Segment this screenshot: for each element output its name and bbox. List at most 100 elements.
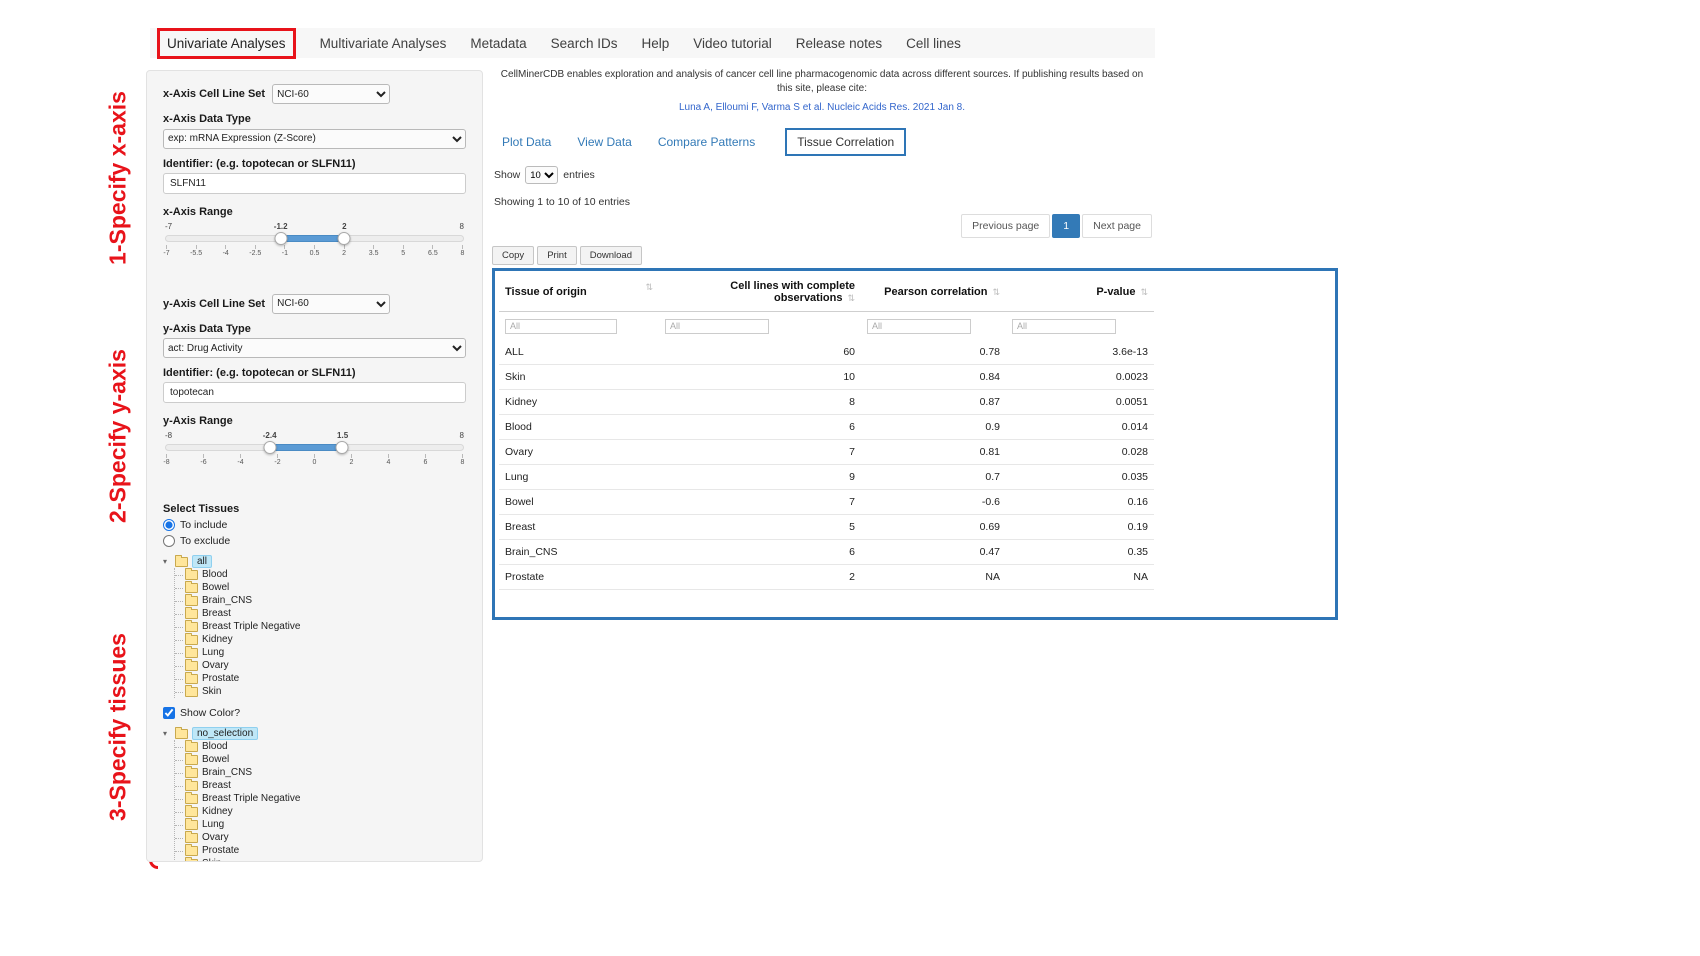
nav-tab-release-notes[interactable]: Release notes [796, 36, 882, 51]
tree-node-all[interactable]: ▾ all [163, 555, 466, 568]
tab-compare-patterns[interactable]: Compare Patterns [658, 135, 755, 149]
table-row[interactable]: Bowel 7 -0.6 0.16 [499, 490, 1154, 515]
tree-node-tissue[interactable]: Lung [175, 818, 466, 831]
tree-node-tissue[interactable]: Brain_CNS [175, 594, 466, 607]
table-header-row: Tissue of origin⇅ Cell lines with comple… [499, 273, 1154, 312]
tissues-exclude-option[interactable]: To exclude [163, 535, 466, 547]
collapse-icon[interactable]: ▾ [163, 729, 171, 738]
download-button[interactable]: Download [580, 246, 642, 265]
table-row[interactable]: Kidney 8 0.87 0.0051 [499, 390, 1154, 415]
tree-node-tissue[interactable]: Breast Triple Negative [175, 620, 466, 633]
table-row[interactable]: ALL 60 0.78 3.6e-13 [499, 340, 1154, 365]
table-row[interactable]: Brain_CNS 6 0.47 0.35 [499, 540, 1154, 565]
y-range-track[interactable] [165, 444, 464, 451]
cell-pearson: 0.84 [861, 365, 1006, 390]
tree-node-tissue[interactable]: Blood [175, 740, 466, 753]
table-row[interactable]: Skin 10 0.84 0.0023 [499, 365, 1154, 390]
x-range-track[interactable] [165, 235, 464, 242]
tab-tissue-correlation[interactable]: Tissue Correlation [785, 128, 906, 156]
tree-node-tissue[interactable]: Prostate [175, 844, 466, 857]
x-identifier-input[interactable] [163, 173, 466, 194]
cell-observations: 60 [659, 340, 861, 365]
table-row[interactable]: Lung 9 0.7 0.035 [499, 465, 1154, 490]
tree-node-tissue[interactable]: Breast Triple Negative [175, 792, 466, 805]
x-range-low-value: -1.2 [274, 222, 288, 231]
entries-select[interactable]: 10 [525, 166, 558, 184]
show-color-option[interactable]: Show Color? [163, 707, 466, 719]
column-header-pvalue[interactable]: P-value⇅ [1006, 273, 1154, 312]
column-header-pearson[interactable]: Pearson correlation⇅ [861, 273, 1006, 312]
tick-mark: 5 [403, 245, 404, 257]
print-button[interactable]: Print [537, 246, 577, 265]
nav-tab-search-ids[interactable]: Search IDs [551, 36, 618, 51]
tree-node-tissue[interactable]: Breast [175, 607, 466, 620]
tree-node-tissue[interactable]: Lung [175, 646, 466, 659]
filter-pearson-input[interactable] [867, 319, 971, 334]
nav-tab-cell-lines[interactable]: Cell lines [906, 36, 961, 51]
x-cell-line-set-select[interactable]: NCI-60 [272, 84, 390, 104]
cell-observations: 8 [659, 390, 861, 415]
table-filter-row [499, 312, 1154, 341]
tree-node-tissue[interactable]: Skin [175, 685, 466, 698]
page-1-button[interactable]: 1 [1052, 214, 1080, 238]
next-page-button[interactable]: Next page [1082, 214, 1152, 238]
tab-view-data[interactable]: View Data [577, 135, 631, 149]
tree-node-tissue[interactable]: Breast [175, 779, 466, 792]
y-cell-line-set-select[interactable]: NCI-60 [272, 294, 390, 314]
folder-icon [185, 755, 198, 765]
y-data-type-select[interactable]: act: Drug Activity [163, 338, 466, 358]
filter-pvalue-input[interactable] [1012, 319, 1116, 334]
show-color-checkbox[interactable] [163, 707, 175, 719]
y-range-handle-high[interactable] [336, 441, 349, 454]
control-sidebar: x-Axis Cell Line Set NCI-60 x-Axis Data … [146, 70, 483, 862]
table-row[interactable]: Prostate 2 NA NA [499, 565, 1154, 590]
table-row[interactable]: Blood 6 0.9 0.014 [499, 415, 1154, 440]
tree-node-tissue[interactable]: Prostate [175, 672, 466, 685]
tree-node-tissue[interactable]: Skin [175, 857, 466, 862]
sort-icon: ⇅ [1140, 287, 1148, 297]
tab-plot-data[interactable]: Plot Data [502, 135, 551, 149]
cell-tissue: Blood [499, 415, 659, 440]
x-data-type-select[interactable]: exp: mRNA Expression (Z-Score) [163, 129, 466, 149]
tree-node-tissue[interactable]: Kidney [175, 633, 466, 646]
y-range-handle-low[interactable] [263, 441, 276, 454]
folder-icon [185, 768, 198, 778]
nav-tab-univariate-analyses[interactable]: Univariate Analyses [157, 28, 296, 59]
previous-page-button[interactable]: Previous page [961, 214, 1050, 238]
tick-mark: 6 [425, 454, 426, 466]
filter-tissue-input[interactable] [505, 319, 617, 334]
citation-link[interactable]: Luna A, Elloumi F, Varma S et al. Nuclei… [679, 102, 965, 113]
x-range-handle-low[interactable] [274, 232, 287, 245]
tree-item-label: Blood [202, 741, 228, 752]
filter-observations-input[interactable] [665, 319, 769, 334]
nav-tab-metadata[interactable]: Metadata [470, 36, 526, 51]
nav-tab-video-tutorial[interactable]: Video tutorial [693, 36, 772, 51]
tree-node-tissue[interactable]: Bowel [175, 581, 466, 594]
include-radio[interactable] [163, 519, 175, 531]
cell-pvalue: 0.0051 [1006, 390, 1154, 415]
column-header-observations[interactable]: Cell lines with complete observations⇅ [659, 273, 861, 312]
collapse-icon[interactable]: ▾ [163, 557, 171, 566]
table-row[interactable]: Breast 5 0.69 0.19 [499, 515, 1154, 540]
y-identifier-input[interactable] [163, 382, 466, 403]
nav-tab-help[interactable]: Help [641, 36, 669, 51]
folder-icon [185, 687, 198, 697]
tree-node-tissue[interactable]: Ovary [175, 659, 466, 672]
tick-mark: 6.5 [432, 245, 433, 257]
tree-node-tissue[interactable]: Bowel [175, 753, 466, 766]
x-range-high-value: 2 [342, 222, 346, 231]
tree-node-tissue[interactable]: Brain_CNS [175, 766, 466, 779]
tree-node-tissue[interactable]: Kidney [175, 805, 466, 818]
tree-node-tissue[interactable]: Blood [175, 568, 466, 581]
x-range-handle-high[interactable] [338, 232, 351, 245]
table-row[interactable]: Ovary 7 0.81 0.028 [499, 440, 1154, 465]
tree-node-no-selection[interactable]: ▾ no_selection [163, 727, 466, 740]
show-label: Show [494, 169, 520, 181]
column-header-tissue[interactable]: Tissue of origin⇅ [499, 273, 659, 312]
copy-button[interactable]: Copy [492, 246, 534, 265]
tree-node-tissue[interactable]: Ovary [175, 831, 466, 844]
tissues-include-option[interactable]: To include [163, 519, 466, 531]
tick-mark: -4 [240, 454, 241, 466]
exclude-radio[interactable] [163, 535, 175, 547]
nav-tab-multivariate-analyses[interactable]: Multivariate Analyses [320, 36, 447, 51]
